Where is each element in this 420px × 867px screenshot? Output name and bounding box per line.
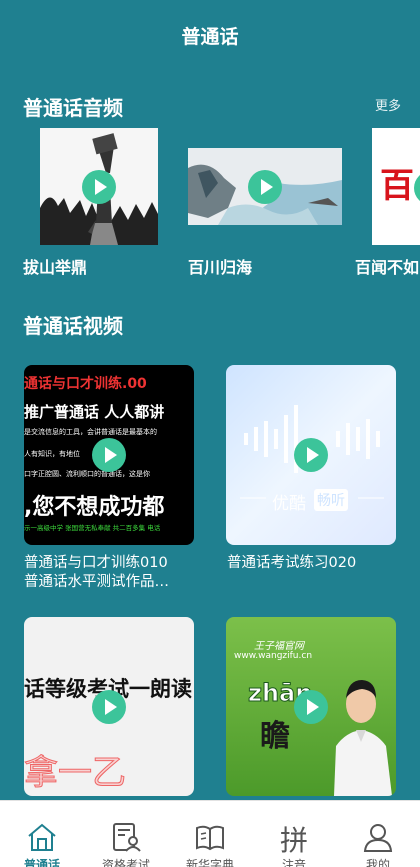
tab-profile[interactable]: 我的 [336,801,420,867]
tab-putonghua[interactable]: 普通话 [0,801,84,867]
audio-thumbnail [188,128,342,245]
user-icon [363,824,393,852]
audio-item[interactable]: 拔山举鼎 [23,128,158,277]
play-button[interactable] [92,690,126,724]
thumb-char: 瞻 [260,719,290,754]
thumb-line: 通话与口才训练.00 [24,376,147,392]
pinyin-icon: 拼 [279,824,308,857]
audio-item-label: 百闻不如 [355,258,420,277]
thumbnail-text: 百 [380,166,414,206]
audio-item-label: 拔山举鼎 [23,258,88,277]
video-title[interactable]: 普通话考试练习020 [227,554,407,573]
thumb-line: 推广普通话 人人都讲 [24,403,165,421]
thumb-url: www.wangzifu.cn [234,651,313,661]
exam-certificate-icon [113,823,141,852]
tab-label: 普通话 [23,858,60,867]
tab-dictionary[interactable]: 新华字典 [168,801,252,867]
thumb-tag: 王子福官网 [254,641,304,652]
audio-item[interactable]: 百 百闻不如 [355,128,420,277]
play-button[interactable] [294,438,328,472]
play-button[interactable] [294,690,328,724]
tab-label: 新华字典 [185,858,234,867]
thumb-line: 是交流信息的工具，会讲普通话是最基本的 [24,428,157,436]
video-title[interactable]: 普通话与口才训练010 [24,554,204,573]
video-subtitle[interactable]: 普通话水平测试作品… [24,573,196,592]
tab-qualification-exam[interactable]: 资格考试 [84,801,168,867]
play-button[interactable] [414,171,420,205]
play-button[interactable] [82,169,116,204]
thumb-red-text: 拿一乙 [24,753,127,794]
video-card[interactable]: 通话与口才训练.00 推广普通话 人人都讲 是交流信息的工具，会讲普通话是最基本… [24,365,194,545]
tab-label: 我的 [365,858,390,867]
thumb-line: ,您不想成功都 [24,495,165,520]
tab-pinyin[interactable]: 拼 注音 [252,801,336,867]
brand-tag: 畅听 [314,489,348,511]
page-title: 普通话 [181,26,239,48]
video-card[interactable]: 优酷 畅听 [226,365,396,545]
audio-section-title: 普通话音频 [23,96,123,120]
audio-item-label: 百川归海 [188,258,253,277]
audio-thumbnail: 百 [372,128,420,245]
tab-label: 资格考试 [101,858,150,867]
play-button[interactable] [92,438,126,472]
thumb-line: 示一高级中学 张国营无私奉献 共二百多集 电话 [24,524,161,532]
bottom-nav: 普通话 资格考试 新华字典 拼 注音 我的 [0,800,420,867]
home-icon [28,823,56,851]
video-section-title: 普通话视频 [23,314,123,338]
video-card[interactable]: 王子福官网 www.wangzifu.cn zhān 瞻 [226,617,396,796]
brand-text: 优酷 [272,494,306,514]
book-icon [196,825,224,851]
audio-thumbnail [40,128,158,245]
tab-label: 注音 [281,858,306,867]
audio-list: 拔山举鼎 百川归海 百 百闻不如 [0,128,420,278]
video-card[interactable]: 话等级考试一朗读 拿一乙 [24,617,194,796]
teacher-image [334,680,392,796]
audio-item[interactable]: 百川归海 [188,128,342,277]
more-link[interactable]: 更多 [375,95,401,114]
play-button[interactable] [248,169,282,204]
